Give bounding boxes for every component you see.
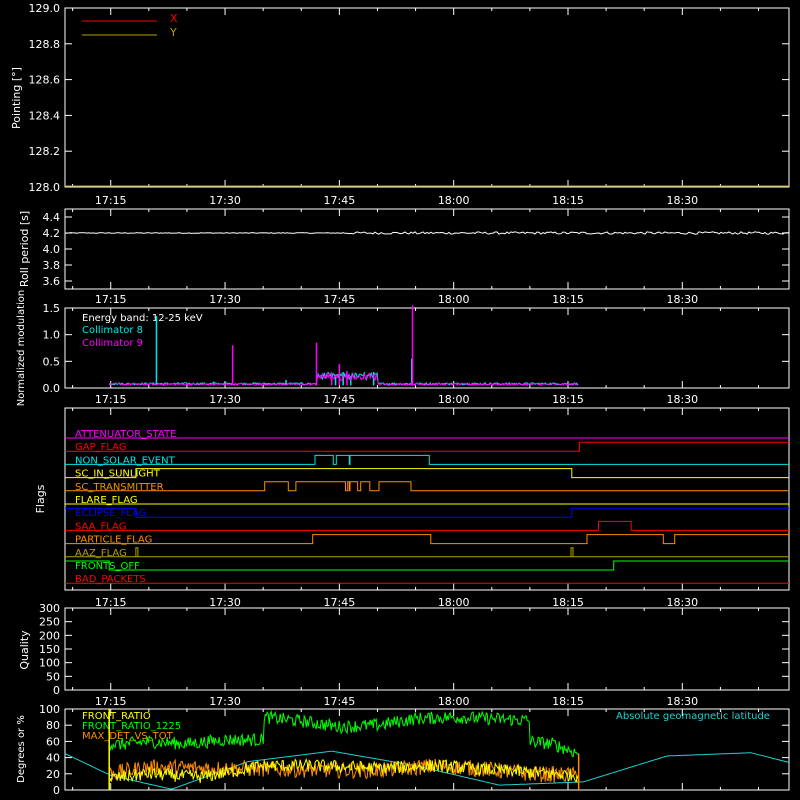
x-tick-label: 18:30: [666, 293, 698, 306]
x-tick-label: 17:15: [95, 695, 127, 708]
y-tick-label: 3.8: [43, 259, 61, 272]
x-tick-label: 17:15: [95, 194, 127, 207]
flag-label-bad-packets: BAD_PACKETS: [75, 574, 146, 585]
x-tick-label: 17:45: [324, 194, 356, 207]
energy-band-label: Energy band: 12-25 keV: [82, 313, 203, 324]
legend-collimator-8: Collimator 8: [82, 325, 143, 336]
rates-ylabel: Degrees or %: [16, 715, 27, 783]
x-tick-label: 17:30: [209, 695, 241, 708]
y-tick-label: 1.0: [43, 329, 61, 342]
roll-ylabel: Roll period [s]: [18, 211, 31, 287]
x-tick-label: 18:15: [552, 695, 584, 708]
flag-label-flare-flag: FLARE_FLAG: [75, 495, 138, 506]
flag-label-attenuator-state: ATTENUATOR_STATE: [75, 429, 176, 440]
quality-ylabel: Quality: [18, 630, 31, 670]
y-tick-label: 100: [39, 657, 60, 670]
flag-label-sc-transmitter: SC_TRANSMITTER: [75, 482, 164, 493]
legend-x-label: X: [170, 12, 178, 25]
x-tick-label: 17:15: [95, 393, 127, 406]
y-tick-label: 200: [39, 629, 60, 642]
y-tick-label: 128.0: [29, 181, 61, 194]
y-tick-label: 100: [39, 703, 60, 716]
y-tick-label: 50: [46, 670, 60, 683]
x-tick-label: 17:15: [95, 596, 127, 609]
x-tick-label: 17:30: [209, 393, 241, 406]
flag-label-particle-flag: PARTICLE_FLAG: [75, 535, 152, 546]
y-tick-label: 1.5: [43, 302, 61, 315]
y-tick-label: 0: [53, 684, 60, 697]
x-tick-label: 17:45: [324, 695, 356, 708]
y-tick-label: 60: [46, 735, 60, 748]
y-tick-label: 0.0: [43, 382, 61, 395]
legend-y-label: Y: [169, 26, 177, 39]
x-tick-label: 18:15: [552, 194, 584, 207]
x-tick-label: 18:00: [438, 194, 470, 207]
x-tick-label: 17:15: [95, 293, 127, 306]
y-tick-label: 128.6: [29, 74, 61, 87]
x-tick-label: 17:30: [209, 596, 241, 609]
x-tick-label: 18:00: [438, 596, 470, 609]
pointing-ylabel: Pointing [°]: [10, 67, 23, 129]
y-tick-label: 300: [39, 602, 60, 615]
y-tick-label: 128.8: [29, 38, 61, 51]
chart-canvas: Pointing [°] X Y Roll period [s] Normali…: [0, 0, 800, 800]
x-tick-label: 17:30: [209, 194, 241, 207]
y-tick-label: 150: [39, 643, 60, 656]
y-tick-label: 4.0: [43, 243, 61, 256]
flags-ylabel: Flags: [34, 484, 47, 513]
y-tick-label: 40: [46, 752, 60, 765]
y-tick-label: 80: [46, 719, 60, 732]
legend-collimator-9: Collimator 9: [82, 338, 143, 349]
x-tick-label: 18:15: [552, 293, 584, 306]
x-tick-label: 18:00: [438, 293, 470, 306]
y-tick-label: 4.2: [43, 227, 61, 240]
flag-label-sc-in-sunlight: SC_IN_SUNLIGHT: [75, 469, 161, 480]
flag-label-non-solar-event: NON_SOLAR_EVENT: [75, 455, 176, 466]
flag-label-gap-flag: GAP_FLAG: [75, 442, 127, 453]
y-tick-label: 128.2: [29, 145, 61, 158]
x-tick-label: 18:30: [666, 194, 698, 207]
x-tick-label: 17:45: [324, 393, 356, 406]
y-tick-label: 129.0: [29, 2, 61, 15]
y-tick-label: 4.4: [43, 211, 61, 224]
x-tick-label: 18:15: [552, 393, 584, 406]
x-tick-label: 18:30: [666, 393, 698, 406]
y-tick-label: 3.6: [43, 275, 61, 288]
x-tick-label: 18:15: [552, 596, 584, 609]
x-tick-label: 17:30: [209, 293, 241, 306]
y-tick-label: 20: [46, 768, 60, 781]
y-tick-label: 128.4: [29, 109, 61, 122]
x-tick-label: 18:30: [666, 596, 698, 609]
y-tick-label: 0.5: [43, 355, 61, 368]
flag-label-aaz-flag: AAZ_FLAG: [75, 548, 127, 559]
x-tick-label: 17:45: [324, 293, 356, 306]
x-tick-label: 18:00: [438, 393, 470, 406]
flag-label-fronts-off: FRONTS_OFF: [75, 561, 140, 572]
x-tick-label: 18:30: [666, 695, 698, 708]
modulation-ylabel: Normalized modulation: [16, 290, 27, 407]
x-tick-label: 18:00: [438, 695, 470, 708]
y-tick-label: 250: [39, 616, 60, 629]
y-tick-label: 0: [53, 784, 60, 797]
geomagnetic-latitude-label: Absolute geomagnetic latitude: [616, 711, 770, 722]
flag-label-eclipse-flag: ECLIPSE_FLAG: [75, 508, 146, 519]
flag-label-saa-flag: SAA_FLAG: [75, 521, 126, 532]
x-tick-label: 17:45: [324, 596, 356, 609]
